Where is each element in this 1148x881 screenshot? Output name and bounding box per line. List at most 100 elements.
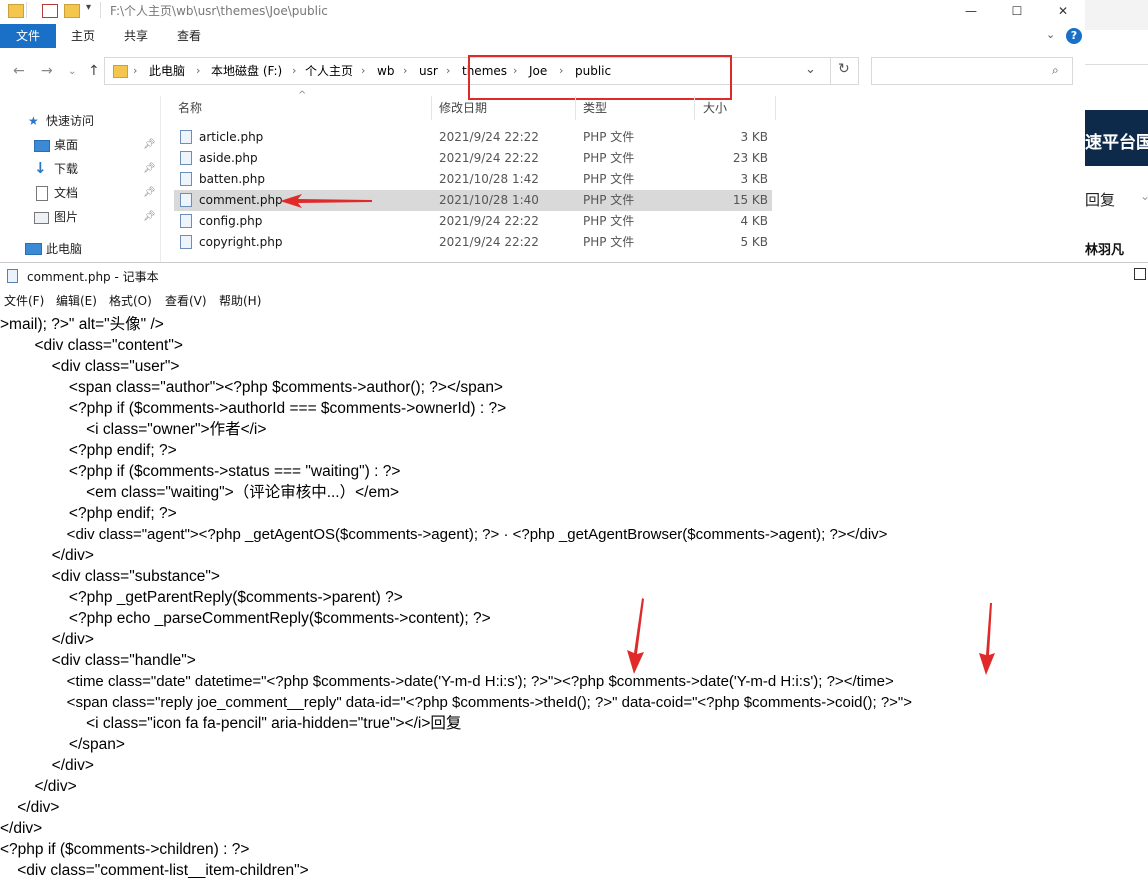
forward-arrow-icon[interactable]: → xyxy=(41,63,53,79)
column-date[interactable]: 修改日期 xyxy=(439,96,487,120)
file-date: 2021/9/24 22:22 xyxy=(439,130,539,144)
file-size: 4 KB xyxy=(740,214,768,228)
breadcrumb-separator[interactable]: › xyxy=(403,58,407,84)
breadcrumb-wb[interactable]: wb xyxy=(377,58,394,84)
chevron-down-icon[interactable]: ⌄ xyxy=(1046,28,1055,41)
column-divider[interactable] xyxy=(694,96,695,120)
annotation-arrow-icon xyxy=(979,603,995,675)
explorer-titlebar: ▾ F:\个人主页\wb\usr\themes\Joe\public — ☐ ✕ xyxy=(0,0,1085,22)
folder-icon[interactable] xyxy=(8,4,24,18)
code-line: <?php if ($comments->status === "waiting… xyxy=(0,463,401,480)
code-line: </div> xyxy=(0,757,94,774)
code-line: </div> xyxy=(0,631,94,648)
column-name[interactable]: 名称 xyxy=(178,96,202,120)
php-file-icon xyxy=(180,214,192,228)
breadcrumb-drive[interactable]: 本地磁盘 (F:) xyxy=(211,58,282,84)
file-name: config.php xyxy=(199,214,263,228)
desktop-icon xyxy=(34,140,50,152)
minimize-button[interactable]: — xyxy=(948,0,994,22)
breadcrumb-separator[interactable]: › xyxy=(133,58,137,84)
nav-item-downloads[interactable]: 下载 xyxy=(54,159,78,179)
column-type[interactable]: 类型 xyxy=(583,96,607,120)
tab-view[interactable]: 查看 xyxy=(177,24,201,48)
column-divider[interactable] xyxy=(775,96,776,120)
highlight-box xyxy=(468,55,732,100)
menu-view[interactable]: 查看(V) xyxy=(165,291,207,311)
nav-item-quick-access[interactable]: 快速访问 xyxy=(46,111,94,131)
breadcrumb-separator[interactable]: › xyxy=(292,58,296,84)
file-row[interactable]: article.php 2021/9/24 22:22 PHP 文件 3 KB xyxy=(174,127,772,148)
php-file-icon xyxy=(180,130,192,144)
tab-home[interactable]: 主页 xyxy=(71,24,95,48)
file-row[interactable]: copyright.php 2021/9/24 22:22 PHP 文件 5 K… xyxy=(174,232,772,253)
file-row-selected[interactable]: comment.php 2021/10/28 1:40 PHP 文件 15 KB xyxy=(174,190,772,211)
navigation-pane: ★ 快速访问 桌面 📌︎ ↓ 下载 📌︎ 文档 📌︎ 图片 📌︎ 此电脑 xyxy=(0,96,160,262)
code-line: <span class="author"><?php $comments->au… xyxy=(0,379,503,396)
maximize-button[interactable]: ☐ xyxy=(994,0,1040,22)
annotation-arrow-icon xyxy=(280,194,372,208)
file-row[interactable]: config.php 2021/9/24 22:22 PHP 文件 4 KB xyxy=(174,211,772,232)
notepad-menubar: 文件(F) 编辑(E) 格式(O) 查看(V) 帮助(H) xyxy=(0,291,1148,311)
code-line: <div class="substance"> xyxy=(0,568,220,585)
maximize-button[interactable] xyxy=(1134,268,1146,280)
nav-item-pictures[interactable]: 图片 xyxy=(54,207,78,227)
pin-icon[interactable]: 📌︎ xyxy=(143,163,156,174)
menu-help[interactable]: 帮助(H) xyxy=(219,291,261,311)
file-date: 2021/9/24 22:22 xyxy=(439,151,539,165)
code-line: <div class="comment-list__item-children"… xyxy=(0,862,309,879)
back-arrow-icon[interactable]: ← xyxy=(13,63,25,79)
column-divider[interactable] xyxy=(575,96,576,120)
column-size[interactable]: 大小 xyxy=(703,96,727,120)
file-name: batten.php xyxy=(199,172,266,186)
menu-format[interactable]: 格式(O) xyxy=(109,291,152,311)
search-input[interactable]: ⌕ xyxy=(871,57,1073,85)
code-line: <i class="owner">作者</i> xyxy=(0,421,267,438)
breadcrumb-separator[interactable]: › xyxy=(196,58,200,84)
download-icon: ↓ xyxy=(34,159,47,177)
code-line: </div> xyxy=(0,778,77,795)
breadcrumb-this-pc[interactable]: 此电脑 xyxy=(149,58,185,84)
pin-icon[interactable]: 📌︎ xyxy=(143,211,156,222)
file-row[interactable]: batten.php 2021/10/28 1:42 PHP 文件 3 KB xyxy=(174,169,772,190)
star-icon: ★ xyxy=(28,114,39,128)
code-line: <div class="content"> xyxy=(0,337,183,354)
menu-file[interactable]: 文件(F) xyxy=(4,291,44,311)
author-name: 林羽凡 xyxy=(1085,243,1125,258)
code-line: </span> xyxy=(0,736,125,753)
code-editor[interactable]: >mail); ?>" alt="头像" /> <div class="cont… xyxy=(0,314,1148,880)
tab-share[interactable]: 共享 xyxy=(124,24,148,48)
refresh-icon[interactable]: ↻ xyxy=(838,61,850,77)
code-line: </div> xyxy=(0,799,60,816)
help-icon[interactable]: ? xyxy=(1066,28,1082,44)
file-row[interactable]: aside.php 2021/9/24 22:22 PHP 文件 23 KB xyxy=(174,148,772,169)
close-button[interactable]: ✕ xyxy=(1040,0,1085,22)
breadcrumb-homepage[interactable]: 个人主页 xyxy=(305,58,353,84)
code-line: <div class="user"> xyxy=(0,358,180,375)
chevron-down-icon[interactable]: ▾ xyxy=(86,2,91,13)
recent-chevron-icon[interactable]: ⌄ xyxy=(68,66,76,77)
address-bar[interactable]: › 此电脑 › 本地磁盘 (F:) › 个人主页 › wb › usr › th… xyxy=(104,55,859,100)
chevron-down-icon[interactable]: ⌄ xyxy=(805,62,816,77)
pin-icon[interactable]: 📌︎ xyxy=(143,187,156,198)
nav-item-desktop[interactable]: 桌面 xyxy=(54,135,78,155)
menu-edit[interactable]: 编辑(E) xyxy=(56,291,97,311)
breadcrumb-usr[interactable]: usr xyxy=(419,58,438,84)
tab-file[interactable]: 文件 xyxy=(0,24,56,48)
file-size: 23 KB xyxy=(732,151,768,165)
code-line: <i class="icon fa fa-pencil" aria-hidden… xyxy=(0,715,462,732)
code-line: <?php echo _parseCommentReply($comments-… xyxy=(0,610,491,627)
nav-item-documents[interactable]: 文档 xyxy=(54,183,78,203)
nav-item-this-pc[interactable]: 此电脑 xyxy=(46,239,82,259)
breadcrumb-separator[interactable]: › xyxy=(446,58,450,84)
code-line: <em class="waiting">（评论审核中...）</em> xyxy=(0,484,400,501)
new-folder-icon[interactable] xyxy=(64,4,80,18)
code-line: <time class="date" datetime="<?php $comm… xyxy=(0,673,894,690)
divider xyxy=(100,2,101,18)
file-type: PHP 文件 xyxy=(583,214,635,228)
properties-icon[interactable] xyxy=(42,4,58,18)
up-arrow-icon[interactable]: ↑ xyxy=(88,63,100,79)
file-name: article.php xyxy=(199,130,264,144)
breadcrumb-separator[interactable]: › xyxy=(361,58,365,84)
pin-icon[interactable]: 📌︎ xyxy=(143,139,156,150)
column-divider[interactable] xyxy=(431,96,432,120)
